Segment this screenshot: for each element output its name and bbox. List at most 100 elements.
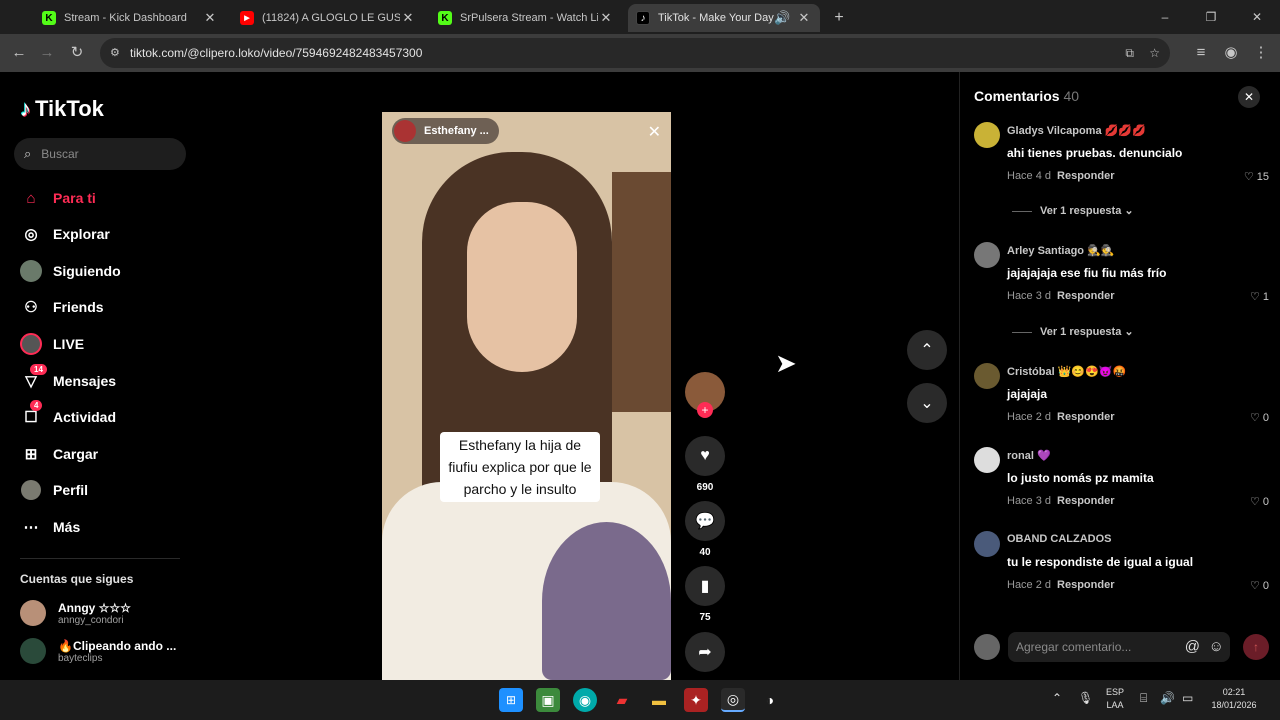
bookmark-star-icon[interactable]: ☆ <box>1149 38 1160 68</box>
obs-icon[interactable]: ◑ <box>758 688 782 712</box>
close-icon: ✕ <box>1243 90 1255 104</box>
comment-user[interactable]: Cristóbal 👑😊😍😈🤬 <box>1007 365 1126 378</box>
close-tab-icon[interactable]: ✕ <box>400 10 416 26</box>
kick-icon: K <box>438 11 452 25</box>
nav-mensajes[interactable]: ▽ 14 Mensajes <box>20 364 116 393</box>
back-icon[interactable]: ← <box>8 42 30 64</box>
avatar[interactable] <box>974 531 1000 557</box>
activity-badge: 4 <box>30 400 43 411</box>
reply-button[interactable]: Responder <box>1057 290 1114 302</box>
app-icon[interactable]: ✦ <box>684 688 708 712</box>
video-player[interactable]: Esthefany la hija de fiufiu explica por … <box>382 112 671 680</box>
avatar[interactable] <box>974 363 1000 389</box>
close-tab-icon[interactable]: ✕ <box>796 10 812 26</box>
view-replies-button[interactable]: Ver 1 respuesta ⌄ <box>1012 204 1134 217</box>
search-input[interactable]: ⌕ Buscar <box>14 138 186 170</box>
chevron-up-icon[interactable]: ⌃ <box>1052 692 1062 705</box>
comment-like-button[interactable]: ♡ 1 <box>1250 290 1269 303</box>
reply-button[interactable]: Responder <box>1057 411 1114 423</box>
follow-plus-icon[interactable]: + <box>697 402 713 418</box>
menu-kebab-icon[interactable]: ⋮ <box>1250 42 1272 64</box>
minimize-icon[interactable]: – <box>1142 10 1188 24</box>
comment-input[interactable]: Agregar comentario... @ ☺ <box>1008 632 1230 662</box>
profile-icon[interactable]: ◉ <box>1220 42 1242 64</box>
video-user-chip[interactable]: Esthefany ... <box>392 118 499 144</box>
app-icon[interactable]: ▣ <box>536 688 560 712</box>
comment-like-button[interactable]: ♡ 0 <box>1250 579 1269 592</box>
battery-icon[interactable]: ▭ <box>1182 692 1193 705</box>
close-icon[interactable]: ✕ <box>648 122 661 142</box>
nav-cargar[interactable]: ⊞ Cargar <box>20 442 98 466</box>
speaker-icon[interactable]: 🔊 <box>774 10 790 26</box>
comment-user[interactable]: Gladys Vilcapoma 💋💋💋 <box>1007 124 1146 137</box>
followed-account[interactable]: 🔥Clipeando ando ... bayteclips <box>20 638 176 664</box>
avatar[interactable] <box>974 122 1000 148</box>
nav-live[interactable]: LIVE <box>20 332 84 356</box>
url-field[interactable]: ⚙ tiktok.com/@clipero.loko/video/7594692… <box>100 38 1170 68</box>
install-app-icon[interactable]: ⧉ <box>1125 38 1134 68</box>
creator-avatar-button[interactable]: + <box>685 372 725 418</box>
reply-button[interactable]: Responder <box>1057 579 1114 591</box>
previous-video-button[interactable]: ⌃ <box>907 330 947 370</box>
tab-title: Stream - Kick Dashboard <box>64 12 187 24</box>
comment-like-button[interactable]: ♡ 15 <box>1244 170 1269 183</box>
browser-tab[interactable]: ▶ (11824) A GLOGLO LE GUSTA P... ✕ <box>232 4 424 32</box>
comment-user[interactable]: ronal 💜 <box>1007 449 1051 462</box>
nav-friends[interactable]: ⚇ Friends <box>20 295 103 319</box>
close-tab-icon[interactable]: ✕ <box>202 10 218 26</box>
close-tab-icon[interactable]: ✕ <box>598 10 614 26</box>
save-button[interactable]: ▮ 75 <box>685 566 725 623</box>
view-replies-label: Ver 1 respuesta <box>1040 205 1122 217</box>
windows-start-icon[interactable]: ⊞ <box>499 688 523 712</box>
app-icon[interactable]: ▰ <box>610 688 634 712</box>
comment-like-button[interactable]: ♡ 0 <box>1250 495 1269 508</box>
tiktok-logo[interactable]: ♪ TikTok <box>20 96 104 122</box>
comment-item: Gladys Vilcapoma 💋💋💋 ahi tienes pruebas.… <box>974 122 1269 183</box>
microphone-icon[interactable]: 🎙 <box>1078 692 1093 705</box>
comment-like-button[interactable]: ♡ 0 <box>1250 411 1269 424</box>
browser-tab[interactable]: K Stream - Kick Dashboard ✕ <box>34 4 226 32</box>
followed-account[interactable]: Anngy ☆☆☆ anngy_condori <box>20 600 131 626</box>
comments-panel: Comentarios 40 ✕ Gladys Vilcapoma 💋💋💋 ah… <box>959 72 1280 680</box>
share-button[interactable]: ➦ <box>685 632 725 672</box>
close-comments-button[interactable]: ✕ <box>1238 86 1260 108</box>
new-tab-button[interactable]: + <box>826 4 852 32</box>
nav-siguiendo[interactable]: Siguiendo <box>20 259 121 283</box>
clock-date: 18/01/2026 <box>1211 700 1257 710</box>
next-video-button[interactable]: ⌄ <box>907 383 947 423</box>
chrome-icon[interactable]: ◎ <box>721 688 745 712</box>
comment-user[interactable]: Arley Santiago 🕵🕵 <box>1007 244 1114 257</box>
send-comment-button[interactable]: ↑ <box>1243 634 1269 660</box>
emoji-icon[interactable]: ☺ <box>1209 632 1224 662</box>
reply-button[interactable]: Responder <box>1057 170 1114 182</box>
browser-tab[interactable]: K SrPulsera Stream - Watch Live o... ✕ <box>430 4 622 32</box>
nav-explorar[interactable]: ◎ Explorar <box>20 222 109 246</box>
volume-icon[interactable]: 🔊 <box>1160 692 1175 705</box>
comment-user[interactable]: OBAND CALZADOS <box>1007 533 1112 545</box>
view-replies-button[interactable]: Ver 1 respuesta ⌄ <box>1012 325 1134 338</box>
maximize-icon[interactable]: ❐ <box>1188 10 1234 24</box>
media-control-icon[interactable]: ≡ <box>1190 42 1212 64</box>
forward-icon[interactable]: → <box>36 42 58 64</box>
site-info-icon[interactable]: ⚙ <box>110 38 120 68</box>
network-icon[interactable]: ⌸ <box>1140 692 1147 705</box>
browser-tab-active[interactable]: ♪ TikTok - Make Your Day 🔊 ✕ <box>628 4 820 32</box>
nav-actividad[interactable]: ☐ 4 Actividad <box>20 400 116 429</box>
file-explorer-icon[interactable]: ▬ <box>647 688 671 712</box>
reload-icon[interactable]: ↻ <box>66 42 88 64</box>
clock[interactable]: 02:21 18/01/2026 <box>1204 686 1264 712</box>
comment-button[interactable]: 💬 40 <box>685 501 725 558</box>
window-close-icon[interactable]: ✕ <box>1234 10 1280 24</box>
avatar <box>974 634 1000 660</box>
activity-icon: ☐ 4 <box>20 400 43 428</box>
avatar[interactable] <box>974 447 1000 473</box>
nav-mas[interactable]: ⋯ Más <box>20 515 81 539</box>
like-button[interactable]: ♥ 690 <box>685 436 725 493</box>
reply-button[interactable]: Responder <box>1057 495 1114 507</box>
avatar[interactable] <box>974 242 1000 268</box>
language-indicator[interactable]: ESP LAA <box>1106 686 1124 712</box>
nav-para-ti[interactable]: ⌂ Para ti <box>20 186 95 210</box>
mention-icon[interactable]: @ <box>1185 632 1200 662</box>
nav-perfil[interactable]: Perfil <box>20 478 88 502</box>
app-icon[interactable]: ◉ <box>573 688 597 712</box>
